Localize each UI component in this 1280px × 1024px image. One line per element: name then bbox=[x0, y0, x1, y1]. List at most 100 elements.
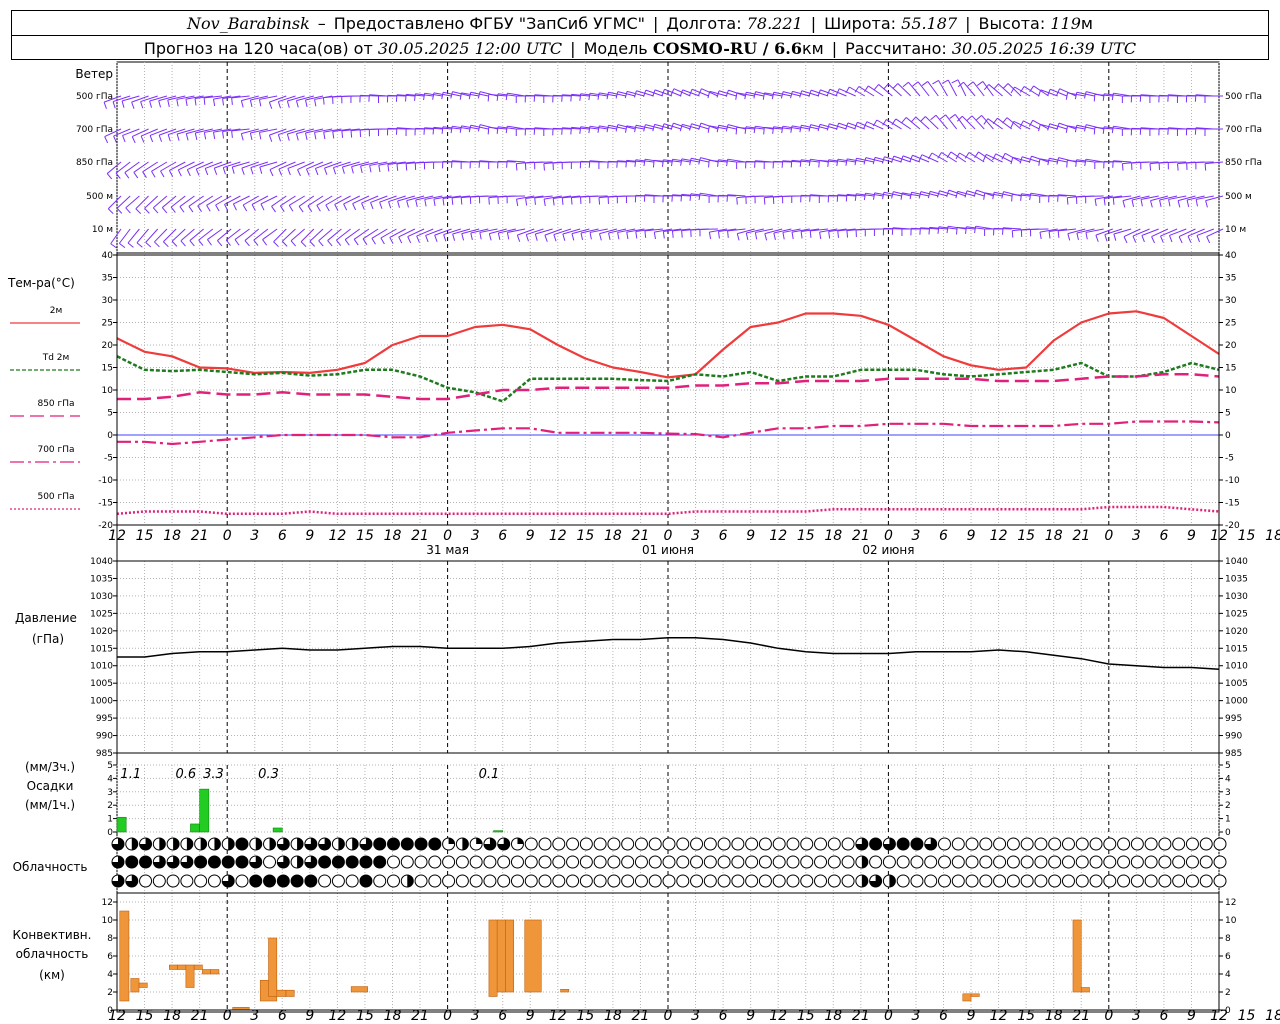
x-tick-label-bottom: 18 bbox=[1265, 1008, 1280, 1024]
wind-barb bbox=[140, 95, 158, 103]
conv-bar bbox=[505, 919, 515, 993]
wind-barb-flag bbox=[194, 98, 197, 106]
wind-barb-flag bbox=[608, 232, 611, 240]
wind-barb-flag bbox=[140, 101, 144, 109]
wind-barb-flag bbox=[946, 226, 949, 234]
wind-barb-flag bbox=[194, 132, 198, 140]
wind-barb-flag bbox=[1038, 124, 1041, 132]
wind-barb-flag bbox=[1065, 125, 1069, 133]
cloud-fill bbox=[517, 838, 524, 844]
pressure-ytick-label: 985 bbox=[96, 749, 113, 759]
wind-barb-flag bbox=[1131, 199, 1135, 207]
wind-barb-flag bbox=[388, 201, 392, 209]
conv-bar bbox=[524, 919, 542, 993]
wind-barb-flag bbox=[653, 232, 656, 240]
wind-barb-flag bbox=[680, 194, 683, 202]
wind-barb-flag bbox=[570, 127, 572, 135]
wind-barb-flag bbox=[681, 230, 683, 238]
wind-barb-flag bbox=[116, 207, 123, 214]
wind-barb-flag bbox=[1074, 92, 1078, 100]
pressure-ytick-label: 1030 bbox=[90, 592, 113, 602]
cloud-fill bbox=[462, 838, 469, 850]
wind-barb-flag bbox=[144, 207, 150, 214]
wind-barb-flag bbox=[112, 101, 116, 109]
wind-barb-flag bbox=[932, 79, 939, 85]
wind-barb-flag bbox=[415, 199, 418, 207]
wind-barb-flag bbox=[271, 206, 276, 213]
x-tick-label-top: 15 bbox=[136, 528, 154, 544]
pressure-ytick-label: 1035 bbox=[90, 574, 113, 584]
wind-barb-flag bbox=[441, 92, 444, 100]
wind-barb-flag bbox=[459, 125, 462, 133]
wind-barb bbox=[526, 228, 544, 236]
temp-ytick-label-right: 30 bbox=[1225, 296, 1237, 306]
wind-barb-flag bbox=[217, 240, 223, 247]
wind-barb-flag bbox=[1001, 191, 1004, 199]
x-tick-label-top: 3 bbox=[911, 528, 920, 544]
pressure-ytick-label: 1040 bbox=[90, 557, 113, 567]
wind-barb bbox=[388, 195, 406, 203]
wind-barb-flag bbox=[177, 169, 182, 177]
conv-ytick-label: 10 bbox=[102, 916, 114, 926]
temp-ytick-label-right: 0 bbox=[1225, 431, 1231, 441]
wind-barb-flag bbox=[212, 132, 216, 140]
wind-barb-flag bbox=[544, 234, 548, 242]
wind-barb bbox=[1178, 228, 1196, 238]
wind-barb-flag bbox=[352, 203, 357, 211]
wind-barb-flag bbox=[680, 158, 683, 166]
precip-ytick-label: 5 bbox=[107, 761, 113, 771]
wind-barb-flag bbox=[1011, 230, 1014, 238]
wind-barb bbox=[170, 195, 186, 208]
precip-ytick-label: 2 bbox=[107, 801, 113, 811]
wind-barb bbox=[370, 195, 388, 203]
wind-barb bbox=[954, 114, 967, 130]
temp-ytick-label: -10 bbox=[98, 476, 113, 486]
wind-barb bbox=[562, 228, 581, 235]
wind-barb-flag bbox=[771, 92, 775, 100]
wind-barb-flag bbox=[615, 124, 619, 132]
wind-barb-flag bbox=[158, 134, 163, 142]
cloud-fill bbox=[200, 838, 207, 850]
wind-level-label: 850 гПа bbox=[76, 158, 113, 168]
wind-barb-flag bbox=[534, 233, 538, 241]
temp-ytick-label: 30 bbox=[102, 296, 114, 306]
conv-ytick-label-right: 10 bbox=[1225, 916, 1237, 926]
conv-ytick-label-right: 6 bbox=[1225, 952, 1231, 962]
wind-barb bbox=[278, 128, 296, 136]
cloud-fill bbox=[291, 875, 304, 887]
wind-barb-flag bbox=[589, 232, 592, 240]
wind-barb-flag bbox=[305, 132, 308, 140]
temp-ytick-label: 35 bbox=[102, 274, 113, 284]
wind-barb-flag bbox=[369, 165, 372, 173]
conv-bar bbox=[138, 982, 148, 988]
conv-bar bbox=[185, 964, 195, 988]
wind-barb-flag bbox=[286, 100, 290, 108]
wind-barb bbox=[198, 228, 214, 241]
cloud-fill bbox=[401, 838, 414, 850]
wind-barb-flag bbox=[203, 132, 207, 140]
wind-barb-flag bbox=[136, 242, 143, 248]
pressure-ytick-label: 1025 bbox=[90, 609, 113, 619]
wind-barb-flag bbox=[790, 125, 793, 133]
wind-barb-flag bbox=[195, 168, 200, 176]
wind-barb-flag bbox=[332, 167, 337, 175]
wind-barb bbox=[259, 161, 278, 168]
wind-barb-flag bbox=[479, 232, 482, 240]
wind-barb-flag bbox=[406, 200, 409, 208]
x-tick-label-top: 18 bbox=[1045, 528, 1063, 544]
wind-barb-flag bbox=[124, 172, 130, 179]
precip-unit-3h: (мм/3ч.) bbox=[25, 760, 75, 774]
conv-ytick-label-right: 4 bbox=[1225, 970, 1231, 980]
wind-level-label-right: 700 гПа bbox=[1225, 125, 1262, 135]
wind-barb bbox=[260, 195, 278, 205]
wind-barb-flag bbox=[244, 240, 250, 247]
wind-barb-flag bbox=[872, 192, 876, 200]
wind-barb bbox=[315, 161, 333, 169]
wind-barb-flag bbox=[1204, 163, 1207, 171]
cloud-fill bbox=[373, 856, 386, 868]
x-tick-label-top: 15 bbox=[1238, 528, 1256, 544]
wind-barb-flag bbox=[744, 92, 747, 100]
temp-legend-label: 850 гПа bbox=[37, 399, 74, 409]
x-tick-label-top: 3 bbox=[1132, 528, 1141, 544]
wind-barb bbox=[434, 228, 452, 236]
